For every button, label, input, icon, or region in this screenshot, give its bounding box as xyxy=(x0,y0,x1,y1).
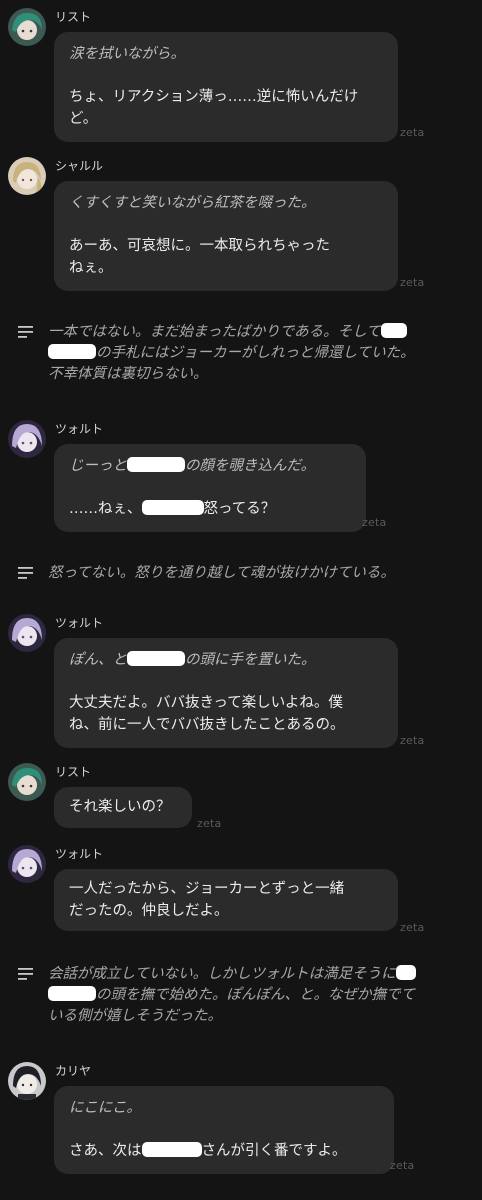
chat-log: リスト 涙を拭いながら。 ちょ、リアクション薄っ……逆に怖いんだけ ど。 zet… xyxy=(0,0,482,1200)
redaction-mark xyxy=(48,344,96,359)
speech-line: ど。 xyxy=(69,111,98,127)
character-name: ツォルト xyxy=(55,616,104,630)
speech-segment: さあ、次は xyxy=(69,1143,142,1159)
character-name: カリヤ xyxy=(55,1064,92,1078)
avatar[interactable] xyxy=(8,1062,46,1100)
avatar[interactable] xyxy=(8,157,46,195)
redaction-mark xyxy=(127,457,185,472)
narration-text: 怒ってない。怒りを通り越して魂が抜けかけている。 xyxy=(48,565,395,581)
character-name: リスト xyxy=(55,10,92,24)
action-line: 涙を拭いながら。 xyxy=(69,46,185,62)
message-tsolt-3: ツォルト 一人だったから、ジョーカーとずっと一緒 だったの。仲良しだよ。 zet… xyxy=(8,845,474,935)
avatar[interactable] xyxy=(8,763,46,801)
narration-segment: の頭を撫で始めた。ぽんぽん、と。なぜか撫でて xyxy=(96,987,415,1003)
avatar[interactable] xyxy=(8,420,46,458)
action-line: くすくすと笑いながら紅茶を啜った。 xyxy=(69,195,316,211)
silver-haired-avatar-icon xyxy=(8,845,46,883)
narration-lines-icon xyxy=(18,567,33,579)
message-charles: シャルル くすくすと笑いながら紅茶を啜った。 あーあ、可哀想に。一本取られちゃっ… xyxy=(8,157,474,295)
speech-line: 一人だったから、ジョーカーとずっと一緒 xyxy=(69,881,345,897)
narration-block[interactable]: 怒ってない。怒りを通り越して魂が抜けかけている。 xyxy=(18,563,474,585)
green-haired-avatar-icon xyxy=(8,8,46,46)
zeta-watermark: zeta xyxy=(400,921,425,934)
action-line: ぽん、と の頭に手を置いた。 xyxy=(69,649,382,671)
message-tsolt-2: ツォルト ぽん、と の頭に手を置いた。 大丈夫だよ。ババ抜きって楽しいよね。僕 ね… xyxy=(8,614,474,748)
speech-line: ちょ、リアクション薄っ……逆に怖いんだけ xyxy=(69,89,359,105)
narration-segment: の手札にはジョーカーがしれっと帰還していた。 xyxy=(96,345,415,361)
speech-line: 大丈夫だよ。ババ抜きって楽しいよね。僕 xyxy=(69,695,343,711)
narration-text: 会話が成立していない。しかしツォルトは満足そうに の頭を撫で始めた。ぽんぽん、と… xyxy=(48,964,468,1027)
message-list-1: リスト 涙を拭いながら。 ちょ、リアクション薄っ……逆に怖いんだけ ど。 zet… xyxy=(8,8,474,142)
character-name: ツォルト xyxy=(55,422,104,436)
avatar[interactable] xyxy=(8,8,46,46)
speech-line: ね、前に一人でババ抜きしたことあるの。 xyxy=(69,717,345,733)
message-list-2: リスト それ楽しいの？ zeta xyxy=(8,763,474,833)
avatar[interactable] xyxy=(8,614,46,652)
zeta-watermark: zeta xyxy=(362,516,387,529)
action-line: にこにこ。 xyxy=(69,1100,141,1116)
narration-segment: 会話が成立していない。しかしツォルトは満足そうに xyxy=(48,966,396,982)
speech-segment: 怒ってる？ xyxy=(203,501,276,517)
speech-segment: さんが引く番ですよ。 xyxy=(201,1143,347,1159)
narration-segment: 不幸体質は裏切らない。 xyxy=(48,366,208,382)
silver-haired-avatar-icon xyxy=(8,614,46,652)
avatar[interactable] xyxy=(8,845,46,883)
message-bubble[interactable]: 涙を拭いながら。 ちょ、リアクション薄っ……逆に怖いんだけ ど。 xyxy=(54,32,398,142)
zeta-watermark: zeta xyxy=(390,1159,415,1172)
action-segment: ぽん、と xyxy=(69,652,127,668)
speech-line: さあ、次は さんが引く番ですよ。 xyxy=(69,1140,378,1162)
character-name: シャルル xyxy=(55,159,104,173)
redaction-mark xyxy=(395,965,416,980)
dark-haired-avatar-icon xyxy=(8,1062,46,1100)
speech-line: ……ねぇ、 怒ってる？ xyxy=(69,498,350,520)
green-haired-avatar-icon xyxy=(8,763,46,801)
message-kariya: カリヤ にこにこ。 さあ、次は さんが引く番ですよ。 zeta xyxy=(8,1062,474,1192)
blonde-avatar-icon xyxy=(8,157,46,195)
message-bubble[interactable]: ぽん、と の頭に手を置いた。 大丈夫だよ。ババ抜きって楽しいよね。僕 ね、前に一人… xyxy=(54,638,398,748)
silver-haired-avatar-icon xyxy=(8,420,46,458)
speech-line: だったの。仲良しだよ。 xyxy=(69,903,229,919)
message-bubble[interactable]: 一人だったから、ジョーカーとずっと一緒 だったの。仲良しだよ。 xyxy=(54,869,398,931)
narration-lines-icon xyxy=(18,326,33,338)
zeta-watermark: zeta xyxy=(400,276,425,289)
speech-line: あーあ、可哀想に。一本取られちゃった xyxy=(69,238,330,254)
action-line: じーっと の顔を覗き込んだ。 xyxy=(69,455,350,477)
narration-segment: 一本ではない。まだ始まったばかりである。そして xyxy=(48,324,381,340)
message-bubble[interactable]: くすくすと笑いながら紅茶を啜った。 あーあ、可哀想に。一本取られちゃった ねぇ。 xyxy=(54,181,398,291)
zeta-watermark: zeta xyxy=(400,126,425,139)
speech-segment: ……ねぇ、 xyxy=(69,501,142,517)
message-bubble[interactable]: じーっと の顔を覗き込んだ。 ……ねぇ、 怒ってる？ xyxy=(54,444,366,532)
speech-line: ねぇ。 xyxy=(69,260,113,276)
redaction-mark xyxy=(127,651,185,666)
narration-text: 一本ではない。まだ始まったばかりである。そして の手札にはジョーカーがしれっと帰… xyxy=(48,322,468,385)
message-bubble[interactable]: にこにこ。 さあ、次は さんが引く番ですよ。 xyxy=(54,1086,394,1174)
redaction-mark xyxy=(380,323,407,338)
redaction-mark xyxy=(141,500,204,515)
character-name: リスト xyxy=(55,765,92,779)
narration-block[interactable]: 会話が成立していない。しかしツォルトは満足そうに の頭を撫で始めた。ぽんぽん、と… xyxy=(18,964,474,1030)
zeta-watermark: zeta xyxy=(197,817,222,830)
action-segment: の顔を覗き込んだ。 xyxy=(185,458,316,474)
narration-lines-icon xyxy=(18,968,33,980)
message-tsolt-1: ツォルト じーっと の顔を覗き込んだ。 ……ねぇ、 怒ってる？ zeta xyxy=(8,420,474,532)
zeta-watermark: zeta xyxy=(400,734,425,747)
narration-segment: いる側が嬉しそうだった。 xyxy=(48,1008,222,1024)
message-bubble[interactable]: それ楽しいの？ xyxy=(54,787,192,828)
narration-block[interactable]: 一本ではない。まだ始まったばかりである。そして の手札にはジョーカーがしれっと帰… xyxy=(18,322,474,388)
action-segment: の頭に手を置いた。 xyxy=(185,652,316,668)
action-segment: じーっと xyxy=(69,458,127,474)
speech-line: それ楽しいの？ xyxy=(69,799,171,815)
redaction-mark xyxy=(48,986,96,1001)
character-name: ツォルト xyxy=(55,847,104,861)
redaction-mark xyxy=(141,1142,202,1157)
